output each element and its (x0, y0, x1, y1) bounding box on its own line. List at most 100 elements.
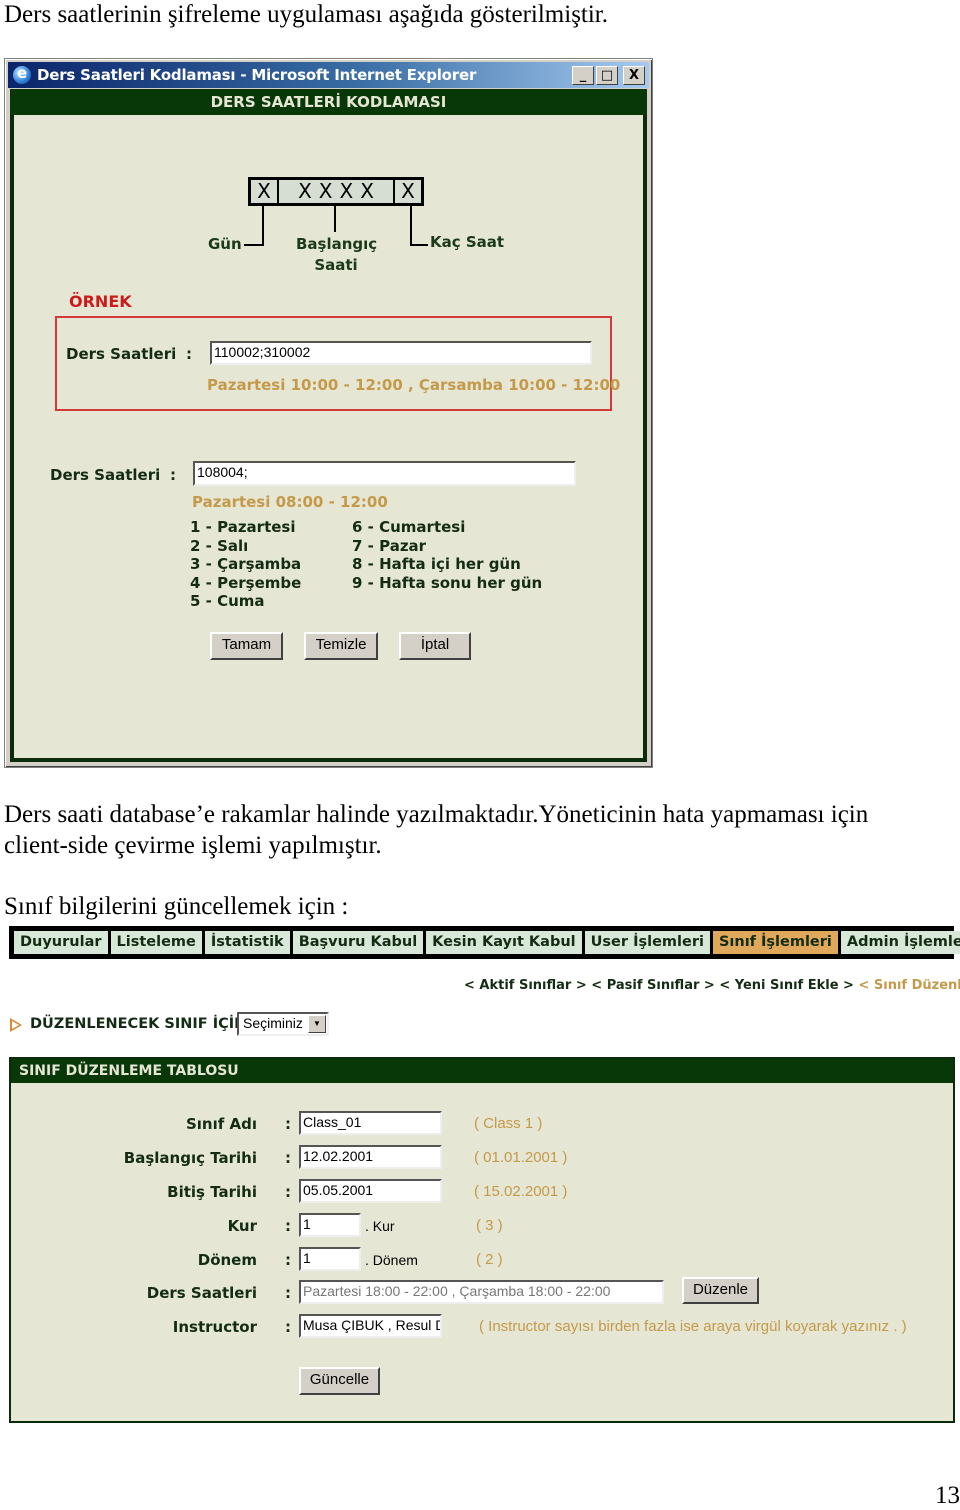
arrow-right-icon (10, 1018, 22, 1032)
start-date-label: Başlangıç Tarihi (123, 1149, 257, 1167)
intro-text: Ders saatlerinin şifreleme uygulaması aş… (4, 1, 609, 28)
instructor-label: Instructor (172, 1318, 257, 1336)
body-text-line-1: Ders saati database’e rakamlar halinde y… (4, 801, 869, 828)
nav-tab-announcements[interactable]: Duyurular (14, 931, 108, 954)
example-hours-input[interactable]: 110002;310002 (210, 341, 592, 365)
field-colon: : (285, 1251, 291, 1269)
hours-code-input[interactable]: 108004; (193, 461, 576, 486)
hours-connector-line (410, 206, 412, 246)
clear-button[interactable]: Temizle (304, 632, 378, 660)
day-legend-right: 6 - Cumartesi 7 - Pazar 8 - Hafta içi he… (352, 518, 542, 592)
window-title: Ders Saatleri Kodlaması - Microsoft Inte… (37, 66, 477, 84)
field-colon: : (285, 1183, 291, 1201)
day-connector-line-h (244, 244, 264, 246)
field-colon: : (285, 1149, 291, 1167)
day-legend-item: 3 - Çarşamba (190, 555, 302, 573)
update-button[interactable]: Güncelle (299, 1367, 380, 1395)
nav-tab-class-operations[interactable]: Sınıf İşlemleri (712, 931, 838, 954)
day-legend-item: 8 - Hafta içi her gün (352, 555, 521, 573)
end-date-input[interactable]: 05.05.2001 (299, 1179, 442, 1203)
hours-label: Ders Saatleri (50, 466, 161, 484)
field-colon: : (285, 1318, 291, 1336)
nav-tab-user-operations[interactable]: User İşlemleri (584, 931, 710, 954)
cancel-button[interactable]: İptal (399, 632, 471, 660)
class-name-hint: ( Class 1 ) (474, 1115, 543, 1132)
nav-tab-statistics[interactable]: İstatistik (204, 931, 290, 954)
day-legend-left: 1 - Pazartesi 2 - Salı 3 - Çarşamba 4 - … (190, 518, 301, 611)
subnav-passive-classes[interactable]: < Pasif Sınıflar > (591, 978, 715, 993)
duration-code-cell: X (395, 180, 421, 203)
field-colon: : (285, 1284, 291, 1302)
instructor-input[interactable]: Musa ÇIBUK , Resul D (299, 1314, 442, 1338)
day-legend-item: 6 - Cumartesi (352, 518, 466, 536)
start-date-hint: ( 01.01.2001 ) (474, 1149, 568, 1166)
minimize-button[interactable]: _ (572, 66, 594, 85)
hours-colon: : (170, 466, 176, 484)
start-time-label: Başlangıç Saati (296, 235, 378, 274)
start-date-input[interactable]: 12.02.2001 (299, 1145, 442, 1169)
ok-button[interactable]: Tamam (210, 632, 283, 660)
window-titlebar[interactable]: Ders Saatleri Kodlaması - Microsoft Inte… (8, 62, 649, 88)
nav-tab-listing[interactable]: Listeleme (110, 931, 202, 954)
level-label: Kur (227, 1217, 257, 1235)
term-label: Dönem (197, 1251, 257, 1269)
term-suffix: . Dönem (365, 1252, 418, 1268)
instructor-hint: ( Instructor sayısı birden fazla ise ara… (479, 1318, 907, 1335)
day-connector-line (262, 206, 264, 246)
hours-connector-line-h (410, 244, 428, 246)
nav-tab-final-registration[interactable]: Kesin Kayıt Kabul (426, 931, 582, 954)
internet-explorer-icon (13, 64, 31, 84)
day-legend-item: 1 - Pazartesi (190, 518, 296, 536)
class-subnav: < Aktif Sınıflar > < Pasif Sınıflar > < … (464, 978, 960, 993)
day-legend-item: 7 - Pazar (352, 536, 427, 555)
day-legend-item: 2 - Salı (190, 536, 249, 555)
day-legend-item: 5 - Cuma (190, 592, 265, 610)
maximize-button[interactable]: □ (596, 66, 618, 85)
start-connector-line (334, 206, 336, 232)
page-content: DERS SAATLERİ KODLAMASI X XXXX X Gün Baş… (10, 89, 647, 762)
chevron-down-icon[interactable]: ▼ (308, 1015, 326, 1033)
day-legend-item: 9 - Hafta sonu her gün (352, 573, 543, 592)
decoded-hours-text: Pazartesi 08:00 - 12:00 (192, 493, 388, 511)
close-button[interactable]: X (623, 66, 645, 85)
example-decoded-text: Pazartesi 10:00 - 12:00 , Çarsamba 10:00… (207, 376, 621, 394)
term-input[interactable]: 1 (299, 1247, 361, 1271)
field-colon: : (285, 1115, 291, 1133)
level-suffix: . Kur (365, 1218, 395, 1234)
ie-window: Ders Saatleri Kodlaması - Microsoft Inte… (4, 58, 653, 768)
level-hint: ( 3 ) (476, 1217, 503, 1234)
main-navbar: Duyurular Listeleme İstatistik Başvuru K… (9, 926, 960, 959)
code-format-diagram: X XXXX X (248, 177, 424, 206)
class-name-input[interactable]: Class_01 (299, 1111, 442, 1135)
example-colon: : (186, 345, 192, 363)
day-code-cell: X (251, 180, 279, 203)
example-label: Ders Saatleri (66, 345, 177, 363)
end-date-hint: ( 15.02.2001 ) (474, 1183, 568, 1200)
body-text-line-3: Sınıf bilgilerini güncellemek için : (4, 893, 349, 920)
field-colon: : (285, 1217, 291, 1235)
level-input[interactable]: 1 (299, 1213, 361, 1237)
edit-table-title: SINIF DÜZENLEME TABLOSU (11, 1059, 953, 1083)
day-label: Gün (208, 235, 242, 253)
class-name-label: Sınıf Adı (185, 1115, 257, 1133)
body-text-line-2: client-side çevirme işlemi yapılmıştır. (4, 832, 382, 859)
class-select-value: Seçiminiz (243, 1015, 303, 1031)
subnav-new-class[interactable]: < Yeni Sınıf Ekle > (719, 978, 854, 993)
class-selector-label: DÜZENLENECEK SINIF İÇİN (30, 1016, 247, 1032)
nav-tab-application-accept[interactable]: Başvuru Kabul (292, 931, 424, 954)
hours-label: Ders Saatleri (146, 1284, 257, 1302)
page-number: 13 (935, 1482, 960, 1509)
day-legend-item: 4 - Perşembe (190, 573, 302, 592)
subnav-active-classes[interactable]: < Aktif Sınıflar > (464, 978, 587, 993)
edit-hours-button[interactable]: Düzenle (682, 1277, 759, 1304)
page-header: DERS SAATLERİ KODLAMASI (10, 89, 647, 115)
subnav-edit-class[interactable]: < Sınıf Düzenle > (858, 978, 960, 993)
class-edit-table: SINIF DÜZENLEME TABLOSU Sınıf Adı : Clas… (9, 1057, 955, 1423)
end-date-label: Bitiş Tarihi (167, 1183, 257, 1201)
hours-display-input[interactable]: Pazartesi 18:00 - 22:00 , Çarşamba 18:00… (299, 1280, 664, 1304)
class-select[interactable]: Seçiminiz ▼ (237, 1012, 329, 1036)
start-time-code-cell: XXXX (279, 180, 395, 203)
nav-tab-admin-operations[interactable]: Admin İşlemleri (840, 931, 960, 954)
term-hint: ( 2 ) (476, 1251, 503, 1268)
duration-label: Kaç Saat (430, 233, 505, 251)
